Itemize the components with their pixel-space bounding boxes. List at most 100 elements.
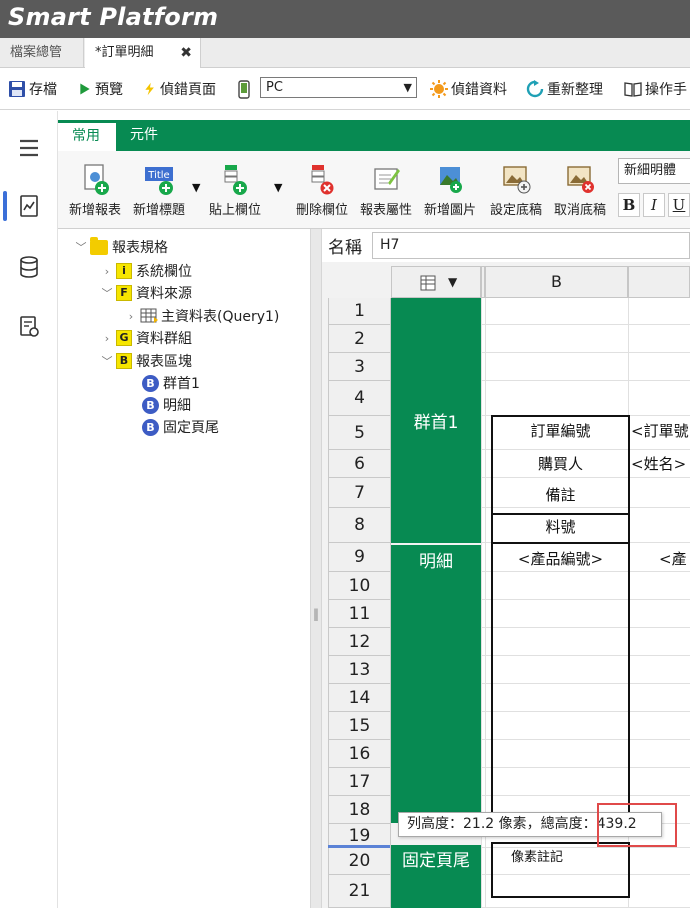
order-no-value[interactable]: <訂單號 <box>631 420 689 441</box>
hamburger-menu-icon[interactable] <box>16 135 42 161</box>
report-block-icon: B <box>116 353 132 369</box>
band-detail-label: 明細 <box>419 552 453 572</box>
tab-label: 檔案總管 <box>10 45 63 60</box>
chevron-down-icon[interactable]: ▼ <box>274 181 282 194</box>
title-bar: Smart Platform <box>0 0 690 38</box>
row-header[interactable]: 8 <box>328 508 391 543</box>
italic-button[interactable]: I <box>643 193 665 217</box>
paste-field-icon <box>224 165 247 195</box>
folder-icon <box>90 236 108 255</box>
row-header[interactable]: 16 <box>328 740 391 768</box>
app-title: Smart Platform <box>8 3 219 31</box>
manual-button[interactable]: 操作手 <box>624 77 687 101</box>
chevron-right-icon[interactable]: › <box>100 332 114 345</box>
part-no-label[interactable]: 料號 <box>491 516 630 537</box>
row-header[interactable]: 21 <box>328 875 391 908</box>
row-resize-indicator <box>328 845 390 848</box>
device-select[interactable]: PC ▼ <box>260 77 417 98</box>
bold-button[interactable]: B <box>618 193 640 217</box>
order-no-label[interactable]: 訂單編號 <box>491 420 630 441</box>
row-header[interactable]: 10 <box>328 572 391 600</box>
grip-icon: ‖ <box>313 607 319 621</box>
buyer-label[interactable]: 購買人 <box>491 453 630 474</box>
row-header[interactable]: 3 <box>328 353 391 381</box>
chevron-down-icon[interactable]: ﹀ <box>100 353 114 369</box>
play-icon <box>80 83 90 95</box>
row-header[interactable]: 15 <box>328 712 391 740</box>
close-icon[interactable]: ✖ <box>180 38 192 68</box>
buyer-value[interactable]: <姓名> <box>631 453 686 474</box>
column-header-b[interactable]: B <box>485 266 628 298</box>
database-icon[interactable] <box>16 254 42 280</box>
debug-data-button[interactable]: 偵錯資料 <box>430 77 507 101</box>
tree-item-detail[interactable]: B 明細 <box>142 394 191 416</box>
row-header[interactable]: 13 <box>328 656 391 684</box>
row-header[interactable]: 1 <box>328 298 391 325</box>
underline-button[interactable]: U <box>668 193 690 217</box>
tree-item-data-group[interactable]: › G 資料群組 <box>100 327 192 349</box>
delete-field-icon <box>311 165 334 195</box>
report-properties-button[interactable]: 報表屬性 <box>355 163 417 218</box>
row-header[interactable]: 4 <box>328 381 391 416</box>
row-header[interactable]: 6 <box>328 450 391 478</box>
band-detail[interactable] <box>391 545 481 823</box>
active-indicator <box>3 191 7 221</box>
tab-order-detail[interactable]: *訂單明細 ✖ <box>85 38 201 69</box>
tree-item-report-blocks[interactable]: ﹀ B 報表區塊 <box>100 350 192 372</box>
cell-name-input[interactable]: H7 <box>372 232 690 259</box>
book-icon <box>624 82 642 97</box>
row-header[interactable]: 2 <box>328 325 391 353</box>
row-header[interactable]: 7 <box>328 478 391 508</box>
new-report-icon <box>84 164 109 195</box>
chevron-down-icon[interactable]: ﹀ <box>74 239 88 255</box>
row-header[interactable]: 14 <box>328 684 391 712</box>
new-report-button[interactable]: 新增報表 <box>64 163 126 218</box>
delete-field-button[interactable]: 刪除欄位 <box>291 163 353 218</box>
column-header-c[interactable] <box>628 266 690 298</box>
tree-item-main-table[interactable]: › 主資料表(Query1) <box>124 305 279 327</box>
preview-button[interactable]: 預覽 <box>78 77 123 101</box>
footer-text[interactable]: 像素註記 <box>511 846 563 865</box>
row-header[interactable]: 20 <box>328 848 391 875</box>
row-header[interactable]: 12 <box>328 628 391 656</box>
report-chart-icon[interactable] <box>16 193 42 219</box>
part-name-value[interactable]: <產 <box>659 548 687 569</box>
chevron-right-icon[interactable]: › <box>100 265 114 278</box>
row-header[interactable]: 9 <box>328 543 391 572</box>
tab-components[interactable]: 元件 <box>116 120 172 151</box>
chevron-down-icon[interactable]: ﹀ <box>100 285 114 301</box>
refresh-button[interactable]: 重新整理 <box>526 77 603 101</box>
tree-item-report-spec[interactable]: ﹀ 報表規格 <box>74 236 168 258</box>
save-button[interactable]: 存檔 <box>8 77 57 101</box>
chevron-right-icon[interactable]: › <box>124 310 138 323</box>
new-title-button[interactable]: Title 新增標題 <box>128 163 190 218</box>
tree-item-data-source[interactable]: ﹀ F 資料來源 <box>100 282 192 304</box>
columns-icon <box>420 275 436 291</box>
tab-file-explorer[interactable]: 檔案總管 <box>0 38 84 68</box>
row-header[interactable]: 17 <box>328 768 391 796</box>
table-icon <box>140 308 158 323</box>
chevron-down-icon[interactable]: ▼ <box>192 181 200 194</box>
set-background-button[interactable]: 設定底稿 <box>485 163 547 218</box>
part-no-value[interactable]: <產品編號> <box>491 548 630 569</box>
title-icon: Title <box>145 167 173 195</box>
font-name-input[interactable]: 新細明體 <box>618 158 690 184</box>
row-header[interactable]: 18 <box>328 796 391 824</box>
chevron-down-icon: ▼ <box>403 81 412 94</box>
tree-item-group-header[interactable]: B 群首1 <box>142 372 200 394</box>
column-selector[interactable]: ▼ <box>391 266 481 298</box>
panel-splitter[interactable]: ‖ <box>310 229 322 908</box>
paste-field-button[interactable]: 貼上欄位 <box>204 163 266 218</box>
ribbon-tab-bar: 常用 元件 <box>58 120 690 151</box>
tab-common[interactable]: 常用 <box>58 120 116 151</box>
new-image-button[interactable]: 新增圖片 <box>419 163 481 218</box>
svg-text:Title: Title <box>147 170 169 181</box>
cancel-background-button[interactable]: 取消底稿 <box>549 163 611 218</box>
tree-item-footer[interactable]: B 固定頁尾 <box>142 416 219 438</box>
note-label[interactable]: 備註 <box>491 484 630 505</box>
row-header[interactable]: 11 <box>328 600 391 628</box>
tree-item-system-fields[interactable]: › i 系統欄位 <box>100 260 192 282</box>
row-header[interactable]: 5 <box>328 416 391 450</box>
settings-report-icon[interactable] <box>16 314 42 340</box>
debug-page-button[interactable]: 偵錯頁面 <box>143 77 216 101</box>
